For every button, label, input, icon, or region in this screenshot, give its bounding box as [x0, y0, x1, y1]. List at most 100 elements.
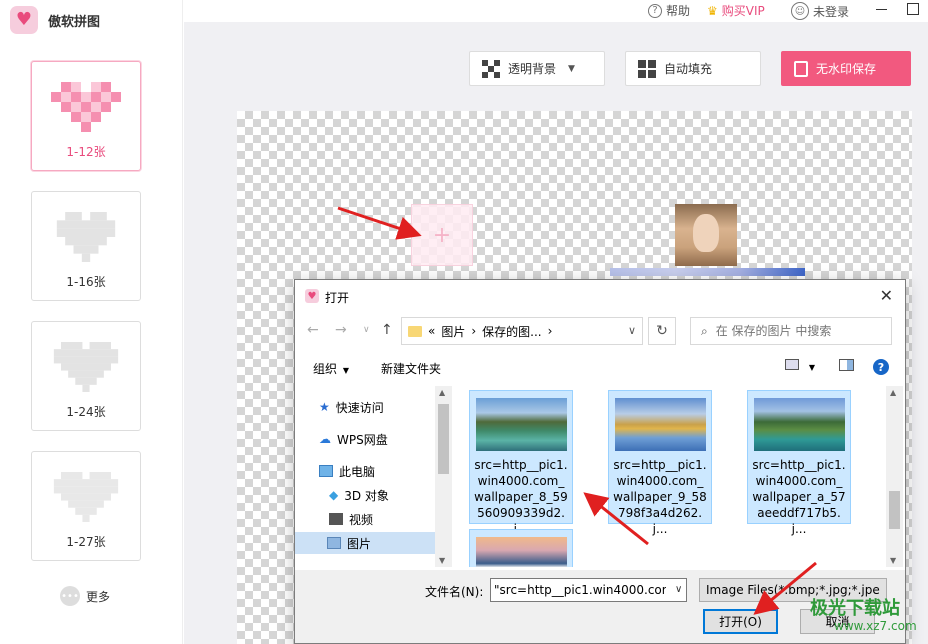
history-dropdown-icon[interactable]: ∨ — [363, 325, 370, 335]
heart-grid-icon — [51, 82, 121, 132]
filename-input[interactable] — [490, 578, 687, 602]
preview-pane-icon[interactable] — [839, 359, 854, 374]
template-label: 1-27张 — [66, 535, 106, 549]
help-icon[interactable]: ? — [873, 359, 889, 375]
dialog-title: 打开 — [325, 291, 350, 305]
close-icon[interactable]: ✕ — [880, 286, 893, 305]
watermark-url: www.xz7.com — [834, 619, 917, 633]
template-card-27[interactable]: 1-27张 — [31, 451, 141, 561]
template-card-24[interactable]: 1-24张 — [31, 321, 141, 431]
search-input[interactable] — [715, 324, 876, 338]
top-bar: ? 帮助 ♛ 购买VIP ☺ 未登录 — [184, 0, 928, 22]
address-bar[interactable]: « 图片 › 保存的图... › ∨ — [401, 317, 643, 345]
save-label: 无水印保存 — [816, 62, 877, 76]
file-name: src=http__pic1.win4000.com_wallpaper_8_5… — [474, 458, 568, 536]
file-item[interactable]: src=http__pic1.win4000.com_wallpaper_9_5… — [608, 390, 712, 536]
file-item[interactable]: src=http__pic1.win4000.com_wallpaper_a_5… — [747, 390, 851, 536]
breadcrumb-pictures[interactable]: 图片 — [441, 323, 465, 340]
heart-grid-icon — [53, 472, 119, 522]
buy-vip-link[interactable]: ♛ 购买VIP — [707, 2, 765, 19]
save-icon — [794, 60, 808, 77]
search-box[interactable]: ⌕ — [690, 317, 892, 345]
nav-label: 图片 — [347, 536, 372, 551]
more-label: 更多 — [86, 589, 111, 604]
navigation-pane: ★ 快速访问 ☁ WPS网盘 此电脑 ◆ 3D 对象 视频 图片 ▲ ▼ — [295, 386, 452, 567]
more-templates-button[interactable]: ••• 更多 — [60, 586, 110, 606]
auto-fill-button[interactable]: 自动填充 — [625, 51, 761, 86]
filename-label: 文件名(N): — [425, 585, 484, 599]
view-options-icon[interactable]: ▼ — [785, 359, 815, 373]
heart-logo-icon: ♥ — [305, 289, 319, 303]
cloud-icon: ☁ — [319, 432, 331, 446]
folder-icon — [408, 325, 422, 337]
nav-wps-cloud[interactable]: ☁ WPS网盘 — [319, 428, 388, 450]
save-no-watermark-button[interactable]: 无水印保存 — [781, 51, 911, 86]
nav-label: 视频 — [349, 512, 374, 527]
breadcrumb-separator-icon: › — [547, 324, 553, 338]
chevron-down-icon[interactable]: ∨ — [675, 584, 682, 595]
template-card-16[interactable]: 1-16张 — [31, 191, 141, 301]
organize-menu[interactable]: 组织 ▼ — [313, 360, 349, 377]
plus-icon[interactable]: + — [411, 204, 473, 266]
refresh-icon[interactable]: ↻ — [648, 317, 676, 345]
file-list-scrollbar[interactable]: ▲ ▼ — [886, 386, 903, 567]
file-name: src=http__pic1.win4000.com_wallpaper_a_5… — [752, 458, 846, 536]
nav-quick-access[interactable]: ★ 快速访问 — [319, 396, 384, 418]
file-item[interactable]: src=http__pic1.win4000.com_wallpaper_8_5… — [469, 390, 573, 536]
photo-slot[interactable] — [675, 204, 737, 266]
more-dots-icon: ••• — [60, 586, 80, 606]
vip-label: 购买VIP — [721, 4, 765, 18]
template-sidebar: ♥ 傲软拼图 1-12张 1-16张 1-24张 1-27张 ••• 更多 — [0, 0, 183, 644]
auto-fill-label: 自动填充 — [664, 62, 713, 76]
nav-label: 3D 对象 — [344, 488, 389, 503]
chevron-down-icon: ▼ — [342, 366, 349, 375]
template-label: 1-12张 — [66, 145, 106, 159]
dialog-title-bar: ♥ 打开 ✕ — [295, 280, 905, 312]
user-avatar-icon: ☺ — [791, 2, 809, 20]
picture-icon — [327, 537, 341, 549]
file-thumbnail — [475, 537, 567, 567]
address-prefix: « — [428, 324, 436, 338]
file-thumbnail — [475, 398, 567, 451]
file-item[interactable] — [469, 529, 573, 567]
cube-icon: ◆ — [329, 488, 339, 502]
heart-logo-icon: ♥ — [10, 6, 38, 34]
watermark-text: 极光下载站 — [810, 598, 900, 619]
file-thumbnail — [614, 398, 706, 451]
template-card-12[interactable]: 1-12张 — [31, 61, 141, 171]
maximize-icon[interactable] — [907, 3, 919, 15]
open-button[interactable]: 打开(O) — [703, 609, 778, 634]
file-list: src=http__pic1.win4000.com_wallpaper_8_5… — [455, 386, 885, 567]
login-link[interactable]: ☺ 未登录 — [791, 2, 849, 20]
open-file-dialog: ♥ 打开 ✕ ← → ∨ ↑ « 图片 › 保存的图... › ∨ ↻ ⌕ 组织… — [294, 279, 906, 644]
crown-icon: ♛ — [707, 3, 718, 18]
nav-label: WPS网盘 — [337, 432, 388, 447]
file-thumbnail — [753, 398, 845, 451]
new-folder-button[interactable]: 新建文件夹 — [381, 360, 441, 377]
star-icon: ★ — [319, 400, 330, 414]
help-label: 帮助 — [666, 4, 691, 18]
question-icon: ? — [648, 3, 662, 18]
nav-videos[interactable]: 视频 — [329, 508, 373, 530]
up-arrow-icon[interactable]: ↑ — [381, 322, 393, 338]
breadcrumb-saved-pictures[interactable]: 保存的图... — [482, 323, 541, 340]
computer-icon — [319, 465, 333, 477]
back-arrow-icon[interactable]: ← — [307, 322, 319, 338]
nav-3d-objects[interactable]: ◆ 3D 对象 — [329, 484, 389, 506]
nav-pictures[interactable]: 图片 — [295, 532, 435, 554]
transparent-bg-dropdown[interactable]: 透明背景 ▼ — [469, 51, 605, 86]
breadcrumb-separator-icon: › — [471, 324, 477, 338]
photo-slot-row — [610, 268, 805, 276]
chevron-down-icon[interactable]: ∨ — [628, 324, 636, 337]
login-label: 未登录 — [813, 4, 850, 19]
help-link[interactable]: ? 帮助 — [648, 2, 690, 19]
nav-scrollbar[interactable]: ▲ ▼ — [435, 386, 452, 567]
checker-icon — [482, 59, 500, 78]
video-icon — [329, 513, 343, 525]
nav-this-pc[interactable]: 此电脑 — [319, 460, 375, 482]
minimize-icon[interactable] — [876, 9, 887, 10]
chevron-down-icon: ▼ — [568, 63, 575, 74]
forward-arrow-icon[interactable]: → — [335, 322, 347, 338]
heart-grid-icon — [53, 342, 119, 392]
template-label: 1-24张 — [66, 405, 106, 419]
